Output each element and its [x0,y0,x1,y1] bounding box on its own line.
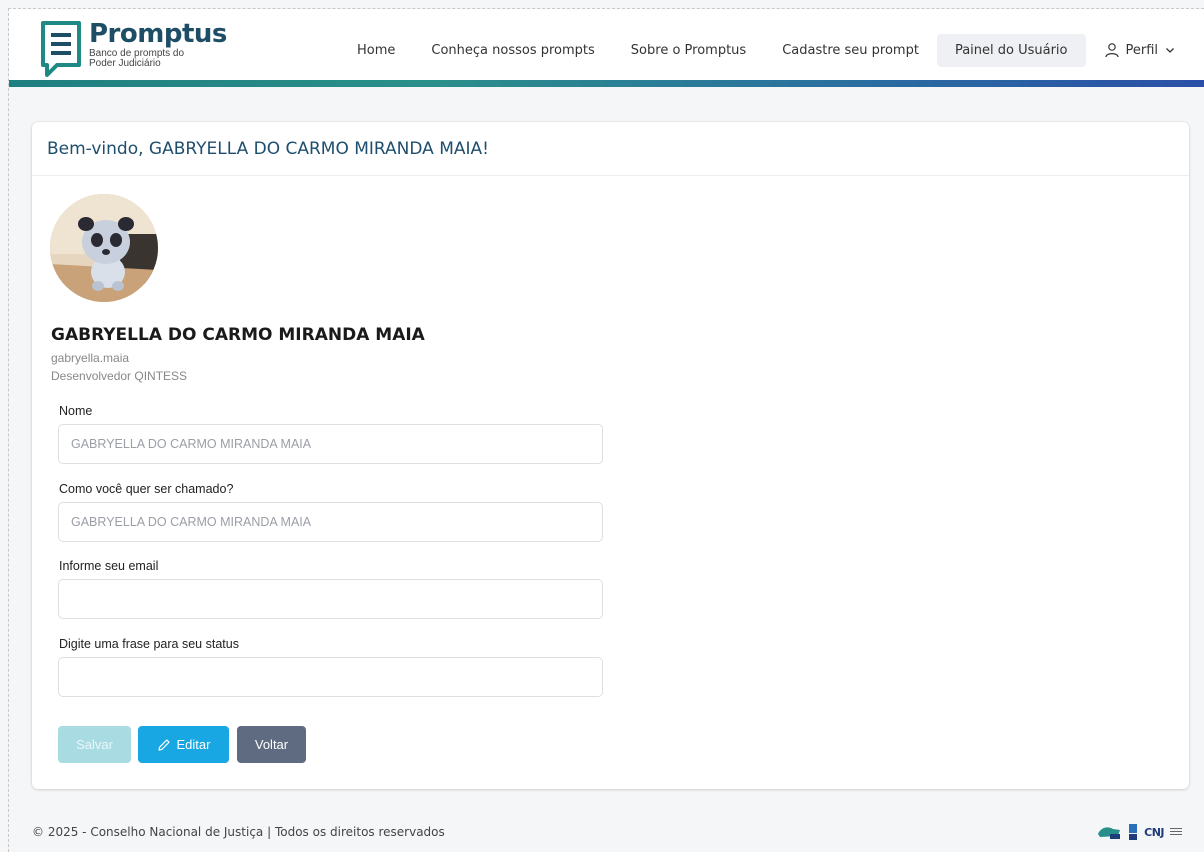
chevron-down-icon [1166,48,1174,53]
apelido-input[interactable] [58,502,603,542]
user-full-name: GABRYELLA DO CARMO MIRANDA MAIA [51,325,425,345]
apelido-label: Como você quer ser chamado? [59,482,234,496]
pencil-icon [157,738,170,751]
nav-cadastre-prompt[interactable]: Cadastre seu prompt [764,34,937,67]
justica-logo [1098,827,1121,839]
footer-copyright: © 2025 - Conselho Nacional de Justiça | … [32,825,445,839]
user-login: gabryella.maia [51,351,130,365]
page-footer: © 2025 - Conselho Nacional de Justiça | … [32,822,1182,842]
profile-label: Perfil [1125,42,1159,58]
brand-subtitle-line2: Poder Judiciário [89,58,161,69]
promptus-logo[interactable]: Promptus Banco de prompts do Poder Judic… [39,19,227,79]
back-button[interactable]: Voltar [237,726,306,763]
back-button-label: Voltar [254,737,289,752]
card-header: Bem-vindo, GABRYELLA DO CARMO MIRANDA MA… [32,122,1189,176]
nav-profile-menu[interactable]: Perfil [1086,33,1195,67]
user-role: Desenvolvedor QINTESS [51,369,188,383]
nav-conheca-prompts[interactable]: Conheça nossos prompts [413,34,612,67]
brand-title: Promptus [89,19,227,49]
nome-input[interactable] [58,424,603,464]
welcome-title: Bem-vindo, GABRYELLA DO CARMO MIRANDA MA… [47,138,489,159]
nome-label: Nome [59,404,93,418]
status-input[interactable] [58,657,603,697]
footer-logos: CNJ [1096,824,1182,840]
edit-button[interactable]: Editar [138,726,229,763]
edit-button-label: Editar [176,737,211,752]
document-lines-icon [41,21,81,77]
nav-painel-usuario[interactable]: Painel do Usuário [936,33,1086,67]
cnj-logo: CNJ [1144,825,1164,839]
profile-card: Bem-vindo, GABRYELLA DO CARMO MIRANDA MA… [32,122,1189,789]
header-accent-bar [9,80,1204,87]
nav-sobre[interactable]: Sobre o Promptus [613,34,764,67]
main-nav: Home Conheça nossos prompts Sobre o Prom… [339,33,1194,67]
avatar [50,194,158,302]
save-button[interactable]: Salvar [58,726,131,763]
top-header: Promptus Banco de prompts do Poder Judic… [9,9,1204,81]
panda-avatar [50,194,158,302]
user-icon [1104,43,1119,58]
status-label: Digite uma frase para seu status [59,637,239,651]
nav-home[interactable]: Home [339,34,413,67]
save-button-label: Salvar [76,737,113,752]
cnj-logo-lines [1170,828,1182,835]
email-input[interactable] [58,579,603,619]
bar-logo [1129,824,1138,840]
email-label: Informe seu email [59,559,159,573]
